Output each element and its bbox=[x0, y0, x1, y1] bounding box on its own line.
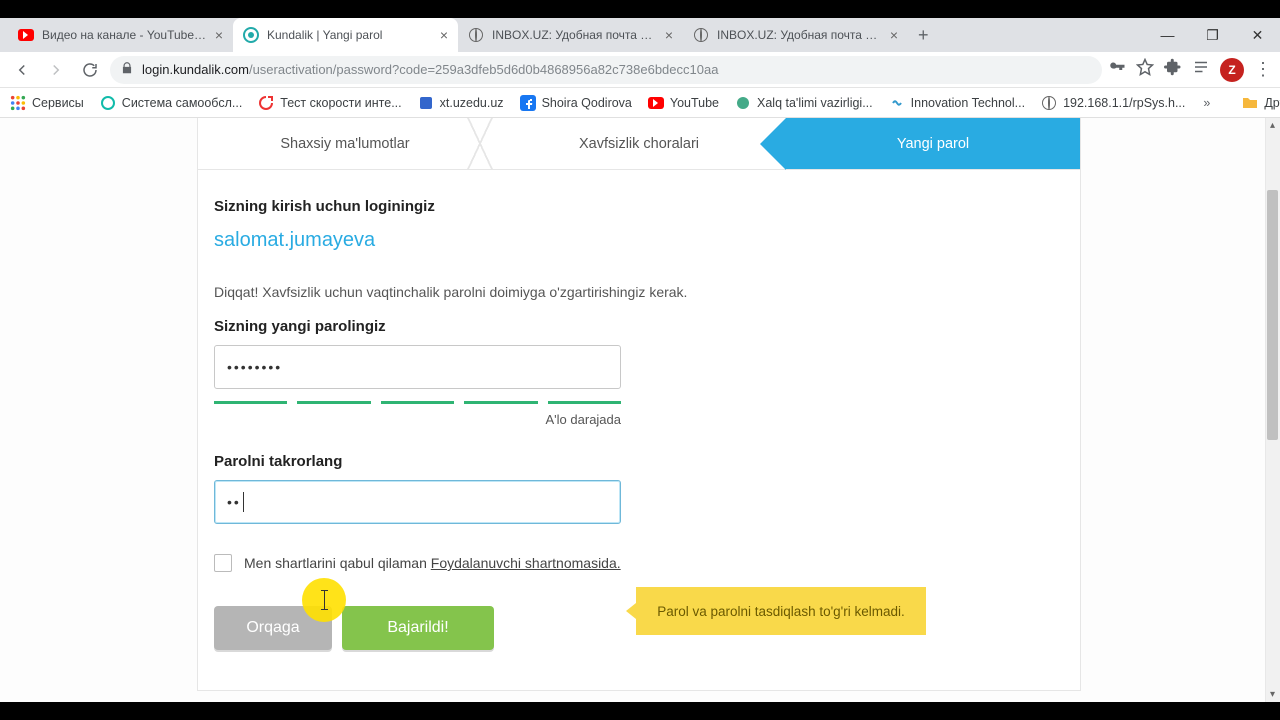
bookmark-item[interactable]: Тест скорости инте... bbox=[258, 95, 401, 111]
url-text: login.kundalik.com/useractivation/passwo… bbox=[142, 62, 718, 77]
browser-toolbar: login.kundalik.com/useractivation/passwo… bbox=[0, 52, 1280, 88]
tab-label: Видео на канале - YouTube Stud bbox=[42, 28, 207, 42]
bookmark-icon bbox=[100, 95, 116, 111]
strength-bar bbox=[381, 401, 454, 404]
scrollbar-thumb[interactable] bbox=[1267, 190, 1278, 440]
browser-window: Видео на канале - YouTube Stud × Kundali… bbox=[0, 18, 1280, 702]
apps-button[interactable]: Сервисы bbox=[10, 95, 84, 111]
terms-checkbox[interactable] bbox=[214, 554, 232, 572]
close-icon[interactable]: × bbox=[215, 27, 223, 43]
bookmark-icon bbox=[418, 95, 434, 111]
menu-icon[interactable]: ⋮ bbox=[1254, 59, 1272, 80]
bookmark-label: Система самообсл... bbox=[122, 96, 243, 110]
tab-label: Kundalik | Yangi parol bbox=[267, 28, 432, 42]
lock-icon bbox=[120, 61, 134, 78]
reload-button[interactable] bbox=[76, 56, 104, 84]
forward-button[interactable] bbox=[42, 56, 70, 84]
new-password-label: Sizning yangi parolingiz bbox=[214, 318, 1064, 335]
scroll-up-icon[interactable]: ▴ bbox=[1265, 118, 1280, 133]
window-controls: — ❐ ✕ bbox=[1145, 18, 1280, 52]
tab-label: INBOX.UZ: Удобная почта zubay bbox=[717, 28, 882, 42]
tab-inbox-2[interactable]: INBOX.UZ: Удобная почта zubay × bbox=[683, 18, 908, 52]
globe-icon bbox=[1041, 95, 1057, 111]
tab-kundalik[interactable]: Kundalik | Yangi parol × bbox=[233, 18, 458, 52]
error-tooltip: Parol va parolni tasdiqlash to'g'ri kelm… bbox=[636, 587, 926, 635]
bookmark-item[interactable]: xt.uzedu.uz bbox=[418, 95, 504, 111]
star-icon[interactable] bbox=[1136, 58, 1154, 81]
step-new-password[interactable]: Yangi parol bbox=[786, 118, 1080, 169]
page-viewport: Shaxsiy ma'lumotlar Xavfsizlik choralari… bbox=[0, 118, 1280, 702]
bookmarks-bar: Сервисы Система самообсл... Тест скорост… bbox=[0, 88, 1280, 118]
maximize-button[interactable]: ❐ bbox=[1190, 18, 1235, 52]
minimize-button[interactable]: — bbox=[1145, 18, 1190, 52]
repeat-password-label: Parolni takrorlang bbox=[214, 453, 1064, 470]
kundalik-icon bbox=[243, 27, 259, 43]
bookmark-item[interactable]: Shoira Qodirova bbox=[520, 95, 632, 111]
key-icon[interactable] bbox=[1108, 58, 1126, 81]
strength-bar bbox=[548, 401, 621, 404]
tab-label: INBOX.UZ: Удобная почта zubay bbox=[492, 28, 657, 42]
tab-youtube-studio[interactable]: Видео на канале - YouTube Stud × bbox=[8, 18, 233, 52]
bookmark-label: Shoira Qodirova bbox=[542, 96, 632, 110]
bookmark-label: Innovation Technol... bbox=[911, 96, 1025, 110]
bookmark-label: YouTube bbox=[670, 96, 719, 110]
terms-row: Men shartlarini qabul qilaman Foydalanuv… bbox=[214, 554, 1064, 572]
password-strength bbox=[214, 401, 621, 404]
back-button[interactable] bbox=[8, 56, 36, 84]
terms-link[interactable]: Foydalanuvchi shartnomasida. bbox=[431, 555, 621, 571]
close-icon[interactable]: × bbox=[440, 27, 448, 43]
done-button[interactable]: Bajarildi! bbox=[342, 606, 494, 650]
terms-text: Men shartlarini qabul qilaman Foydalanuv… bbox=[244, 555, 621, 571]
strength-bar bbox=[464, 401, 537, 404]
bookmark-item[interactable]: Система самообсл... bbox=[100, 95, 243, 111]
bookmark-label: Xalq ta'limi vazirligi... bbox=[757, 96, 873, 110]
bookmark-label: Другие закладки bbox=[1264, 96, 1280, 110]
bookmark-label: Тест скорости инте... bbox=[280, 96, 401, 110]
extensions-icon[interactable] bbox=[1164, 58, 1182, 81]
globe-icon bbox=[693, 27, 709, 43]
youtube-icon bbox=[648, 95, 664, 111]
strength-bar bbox=[214, 401, 287, 404]
bookmark-icon bbox=[258, 95, 274, 111]
other-bookmarks[interactable]: Другие закладки bbox=[1242, 95, 1280, 111]
tab-inbox-1[interactable]: INBOX.UZ: Удобная почта zubay × bbox=[458, 18, 683, 52]
new-tab-button[interactable]: + bbox=[908, 25, 939, 46]
bookmark-icon bbox=[889, 95, 905, 111]
apps-icon bbox=[10, 95, 26, 111]
tabstrip: Видео на канале - YouTube Stud × Kundali… bbox=[0, 18, 1280, 52]
profile-avatar[interactable]: Z bbox=[1220, 58, 1244, 82]
strength-bar bbox=[297, 401, 370, 404]
bookmark-icon bbox=[735, 95, 751, 111]
bookmark-label: xt.uzedu.uz bbox=[440, 96, 504, 110]
bookmark-item[interactable]: Innovation Technol... bbox=[889, 95, 1025, 111]
text-cursor-icon bbox=[302, 578, 346, 622]
wizard-steps: Shaxsiy ma'lumotlar Xavfsizlik choralari… bbox=[198, 118, 1080, 170]
bookmarks-overflow[interactable]: » bbox=[1203, 96, 1210, 110]
strength-label: A'lo darajada bbox=[214, 412, 621, 427]
globe-icon bbox=[468, 27, 484, 43]
step-security[interactable]: Xavfsizlik choralari bbox=[492, 118, 786, 169]
scroll-down-icon[interactable]: ▾ bbox=[1265, 687, 1280, 702]
vertical-scrollbar[interactable]: ▴ ▾ bbox=[1265, 118, 1280, 702]
folder-icon bbox=[1242, 95, 1258, 111]
reading-list-icon[interactable] bbox=[1192, 58, 1210, 81]
repeat-password-input[interactable]: •• bbox=[214, 480, 621, 524]
bookmark-label: Сервисы bbox=[32, 96, 84, 110]
close-icon[interactable]: × bbox=[665, 27, 673, 43]
bookmark-item[interactable]: 192.168.1.1/rpSys.h... bbox=[1041, 95, 1185, 111]
bookmark-item[interactable]: YouTube bbox=[648, 95, 719, 111]
new-password-input[interactable]: •••••••• bbox=[214, 345, 621, 389]
bookmark-item[interactable]: Xalq ta'limi vazirligi... bbox=[735, 95, 873, 111]
repeat-password-value: •• bbox=[227, 494, 241, 510]
notice-text: Diqqat! Xavfsizlik uchun vaqtinchalik pa… bbox=[214, 284, 1064, 300]
address-bar[interactable]: login.kundalik.com/useractivation/passwo… bbox=[110, 56, 1102, 84]
youtube-icon bbox=[18, 27, 34, 43]
facebook-icon bbox=[520, 95, 536, 111]
close-icon[interactable]: × bbox=[890, 27, 898, 43]
login-value: salomat.jumayeva bbox=[214, 229, 1064, 252]
bookmark-label: 192.168.1.1/rpSys.h... bbox=[1063, 96, 1185, 110]
login-label: Sizning kirish uchun loginingiz bbox=[214, 198, 1064, 215]
close-window-button[interactable]: ✕ bbox=[1235, 18, 1280, 52]
step-personal-info[interactable]: Shaxsiy ma'lumotlar bbox=[198, 118, 492, 169]
